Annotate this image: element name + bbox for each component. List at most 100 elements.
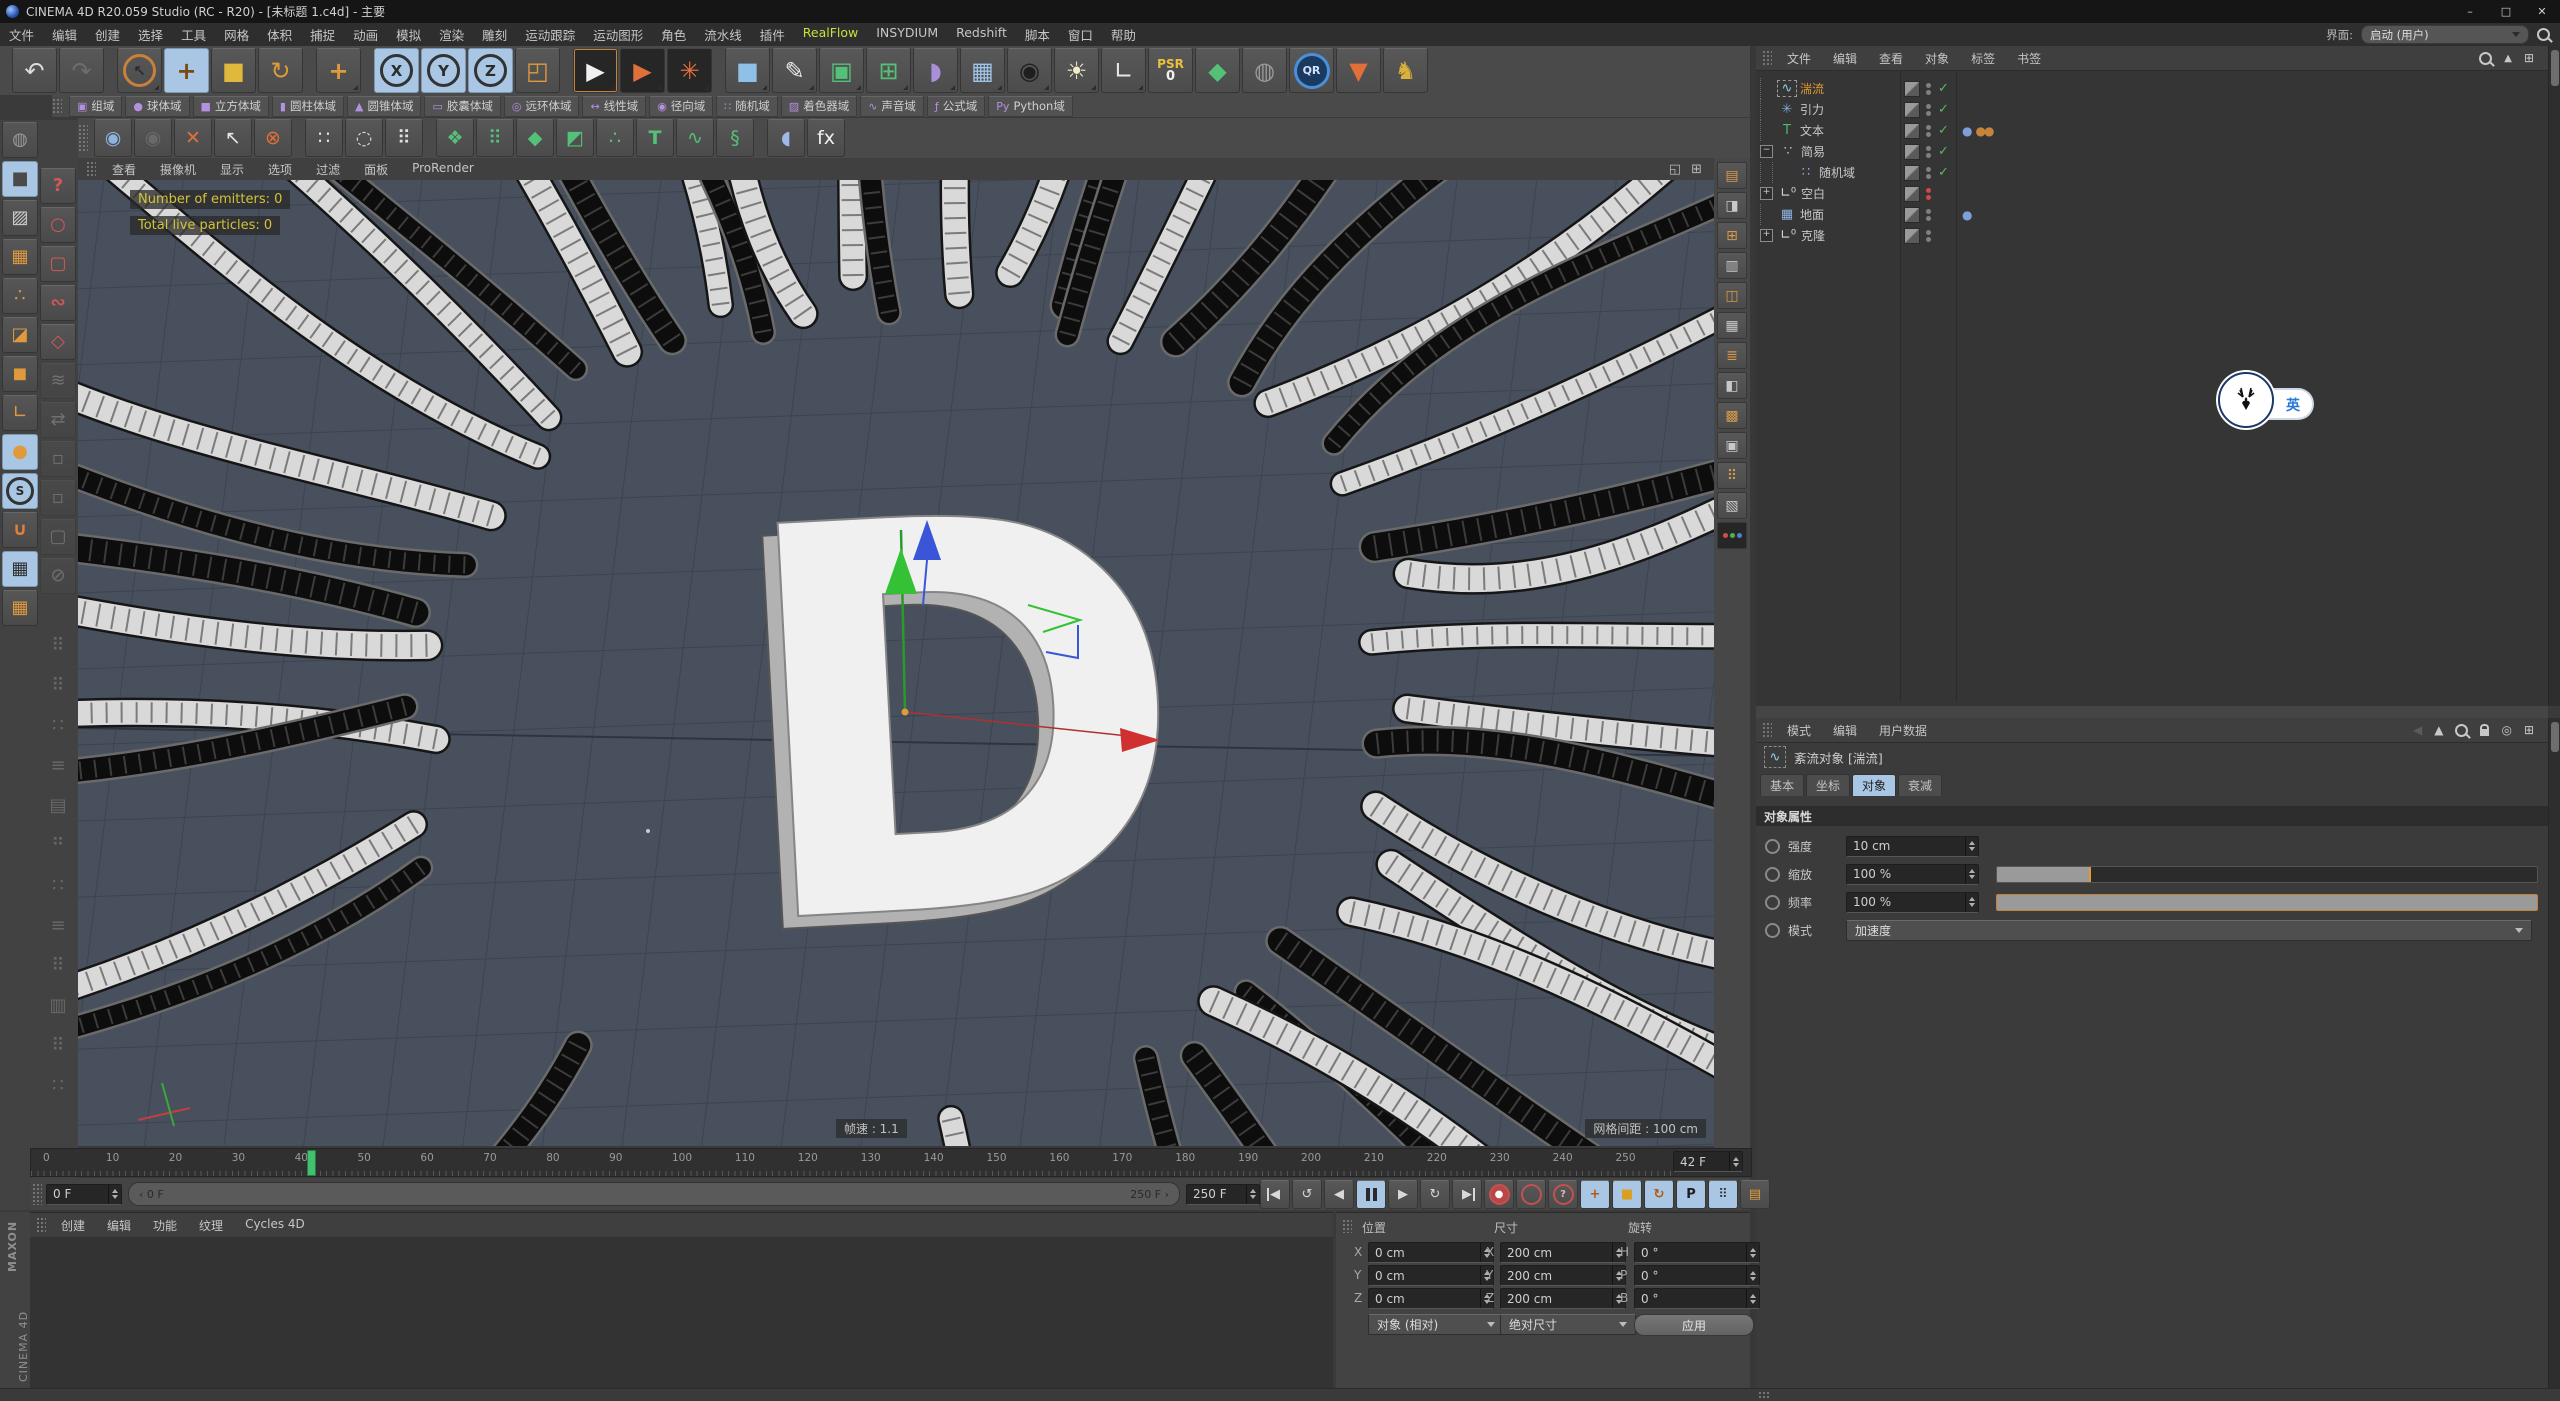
stepper[interactable]: [1965, 865, 1978, 884]
filter-icon[interactable]: ▲: [2504, 53, 2512, 64]
menu-item-创建[interactable]: 创建: [86, 25, 129, 44]
apply-button[interactable]: 应用: [1634, 1314, 1754, 1336]
metaball-disabled-icon[interactable]: ◉: [134, 119, 172, 157]
viewport-menu-item-查看[interactable]: 查看: [100, 161, 148, 178]
drag-handle[interactable]: [1762, 722, 1772, 739]
keying-scale-toggle[interactable]: ■: [1612, 1180, 1642, 1209]
menu-item-雕刻[interactable]: 雕刻: [473, 25, 516, 44]
viewport-filter-icon-4[interactable]: ▥: [1717, 252, 1747, 279]
menu-item-INSYDIUM[interactable]: INSYDIUM: [867, 25, 947, 44]
menu-item-插件[interactable]: 插件: [751, 25, 794, 44]
palette-icon-4[interactable]: ≡: [40, 748, 76, 784]
field-button-远环体域[interactable]: ◎远环体域: [504, 96, 580, 117]
help-commander[interactable]: ?: [40, 168, 76, 204]
next-frame-button[interactable]: ▶: [1388, 1180, 1418, 1209]
volume-display-mode[interactable]: ◍: [2, 122, 38, 158]
axis-mode[interactable]: ∟: [2, 395, 38, 431]
drag-handle[interactable]: [36, 1217, 46, 1234]
redo-button[interactable]: ↷: [59, 48, 104, 93]
workplane-lock[interactable]: ▦: [2, 551, 38, 587]
material-menu-item-功能[interactable]: 功能: [142, 1217, 188, 1234]
palette-icon-8[interactable]: ≡: [40, 908, 76, 944]
palette-icon-6[interactable]: ⠛: [40, 828, 76, 864]
volume-button[interactable]: ◍: [1242, 48, 1287, 93]
model-mode[interactable]: ■: [2, 161, 38, 197]
stepper[interactable]: [1965, 893, 1978, 912]
om-menu-item-标签[interactable]: 标签: [1960, 50, 2006, 67]
visibility-dots[interactable]: [1926, 167, 1931, 179]
pause-button[interactable]: [1356, 1180, 1386, 1209]
layer-toggle[interactable]: [1904, 207, 1920, 223]
menu-item-模拟[interactable]: 模拟: [387, 25, 430, 44]
add-light-button[interactable]: ☀: [1054, 48, 1099, 93]
value-field[interactable]: 100 %: [1846, 864, 1979, 885]
attribute-slider[interactable]: [1996, 894, 2538, 911]
material-menu-item-Cycles 4D[interactable]: Cycles 4D: [234, 1217, 316, 1234]
viewport-menu-item-摄像机[interactable]: 摄像机: [148, 161, 208, 178]
viewport-solo-mode[interactable]: ●: [2, 434, 38, 470]
render-settings-button[interactable]: ✳: [667, 48, 712, 93]
prorender-button[interactable]: QR: [1289, 48, 1334, 93]
field-button-随机域[interactable]: ∷随机域: [716, 96, 778, 117]
circle-array-icon[interactable]: ◌: [345, 119, 383, 157]
menu-item-选择[interactable]: 选择: [129, 25, 172, 44]
layer-toggle[interactable]: [1904, 144, 1920, 160]
field-button-组域[interactable]: ▣组域: [69, 96, 122, 117]
attribute-slider[interactable]: [1996, 866, 2538, 883]
value-field[interactable]: 100 %: [1846, 892, 1979, 913]
field-button-Python域[interactable]: PyPython域: [988, 96, 1073, 117]
menu-item-流水线[interactable]: 流水线: [695, 25, 751, 44]
field-button-立方体域[interactable]: ■立方体域: [193, 96, 269, 117]
texture-mode[interactable]: ▨: [2, 200, 38, 236]
snap-toggle[interactable]: S: [2, 473, 38, 509]
om-menu-item-书签[interactable]: 书签: [2006, 50, 2052, 67]
menu-item-角色[interactable]: 角色: [652, 25, 695, 44]
am-menu-item-用户数据[interactable]: 用户数据: [1868, 722, 1938, 739]
viewport-menu-item-选项[interactable]: 选项: [256, 161, 304, 178]
minimize-button[interactable]: –: [2452, 0, 2488, 23]
tool-disabled-1[interactable]: ≋: [40, 363, 76, 399]
object-row-随机域[interactable]: ∷随机域✓: [1756, 162, 2548, 183]
visibility-dots[interactable]: [1926, 83, 1931, 95]
enabled-check-icon[interactable]: ✓: [1938, 81, 1949, 96]
viewport-filter-icon-5[interactable]: ◫: [1717, 282, 1747, 309]
layer-toggle[interactable]: [1904, 186, 1920, 202]
drag-handle[interactable]: [1758, 1391, 1770, 1399]
drag-handle[interactable]: [78, 124, 88, 152]
tool-disabled-5[interactable]: ▢: [40, 519, 76, 555]
current-frame-field[interactable]: 42 F: [1673, 1151, 1743, 1172]
material-list-area[interactable]: [30, 1237, 1333, 1389]
viewport-menu-item-面板[interactable]: 面板: [352, 161, 400, 178]
keyframe-circle-icon[interactable]: [1765, 923, 1780, 938]
expand-icon[interactable]: +: [1760, 187, 1773, 200]
previous-frame-button[interactable]: ◀: [1324, 1180, 1354, 1209]
viewport-filter-icon-1[interactable]: ▤: [1717, 162, 1747, 189]
last-used-tool-button[interactable]: +: [316, 48, 361, 93]
palette-icon-1[interactable]: ⠿: [40, 628, 76, 664]
fracture-icon[interactable]: ◆: [516, 119, 554, 157]
palette-icon-11[interactable]: ⠿: [40, 1028, 76, 1064]
goto-end-button[interactable]: ▶: [1452, 1180, 1482, 1209]
viewport-filter-icon-7[interactable]: ≣: [1717, 342, 1747, 369]
panel-splitter[interactable]: [1756, 706, 2548, 718]
menu-item-渲染[interactable]: 渲染: [430, 25, 473, 44]
menu-item-运动跟踪[interactable]: 运动跟踪: [516, 25, 584, 44]
goto-start-button[interactable]: ◀: [1260, 1180, 1290, 1209]
rectangle-selection[interactable]: ▢: [40, 246, 76, 282]
visibility-dots[interactable]: [1926, 146, 1931, 158]
tab-衰减[interactable]: 衰减: [1898, 774, 1942, 796]
workplane-button[interactable]: ∟: [1101, 48, 1146, 93]
viewport-filter-icon-12[interactable]: ▧: [1717, 492, 1747, 519]
drag-handle[interactable]: [32, 1183, 42, 1205]
timeline-playhead[interactable]: [307, 1150, 316, 1176]
view-layout-icon-1[interactable]: ◱: [1669, 162, 1681, 177]
menu-item-Redshift[interactable]: Redshift: [947, 25, 1016, 44]
menu-item-窗口[interactable]: 窗口: [1059, 25, 1102, 44]
daemon-icon[interactable]: ✕: [174, 119, 212, 157]
am-menu-item-模式[interactable]: 模式: [1776, 722, 1822, 739]
visibility-dots[interactable]: [1926, 209, 1931, 221]
collapse-icon[interactable]: −: [1760, 145, 1773, 158]
undo-button[interactable]: ↶: [12, 48, 57, 93]
close-button[interactable]: ✕: [2524, 0, 2560, 23]
coord-field-位置-X[interactable]: 0 cm: [1368, 1242, 1494, 1263]
